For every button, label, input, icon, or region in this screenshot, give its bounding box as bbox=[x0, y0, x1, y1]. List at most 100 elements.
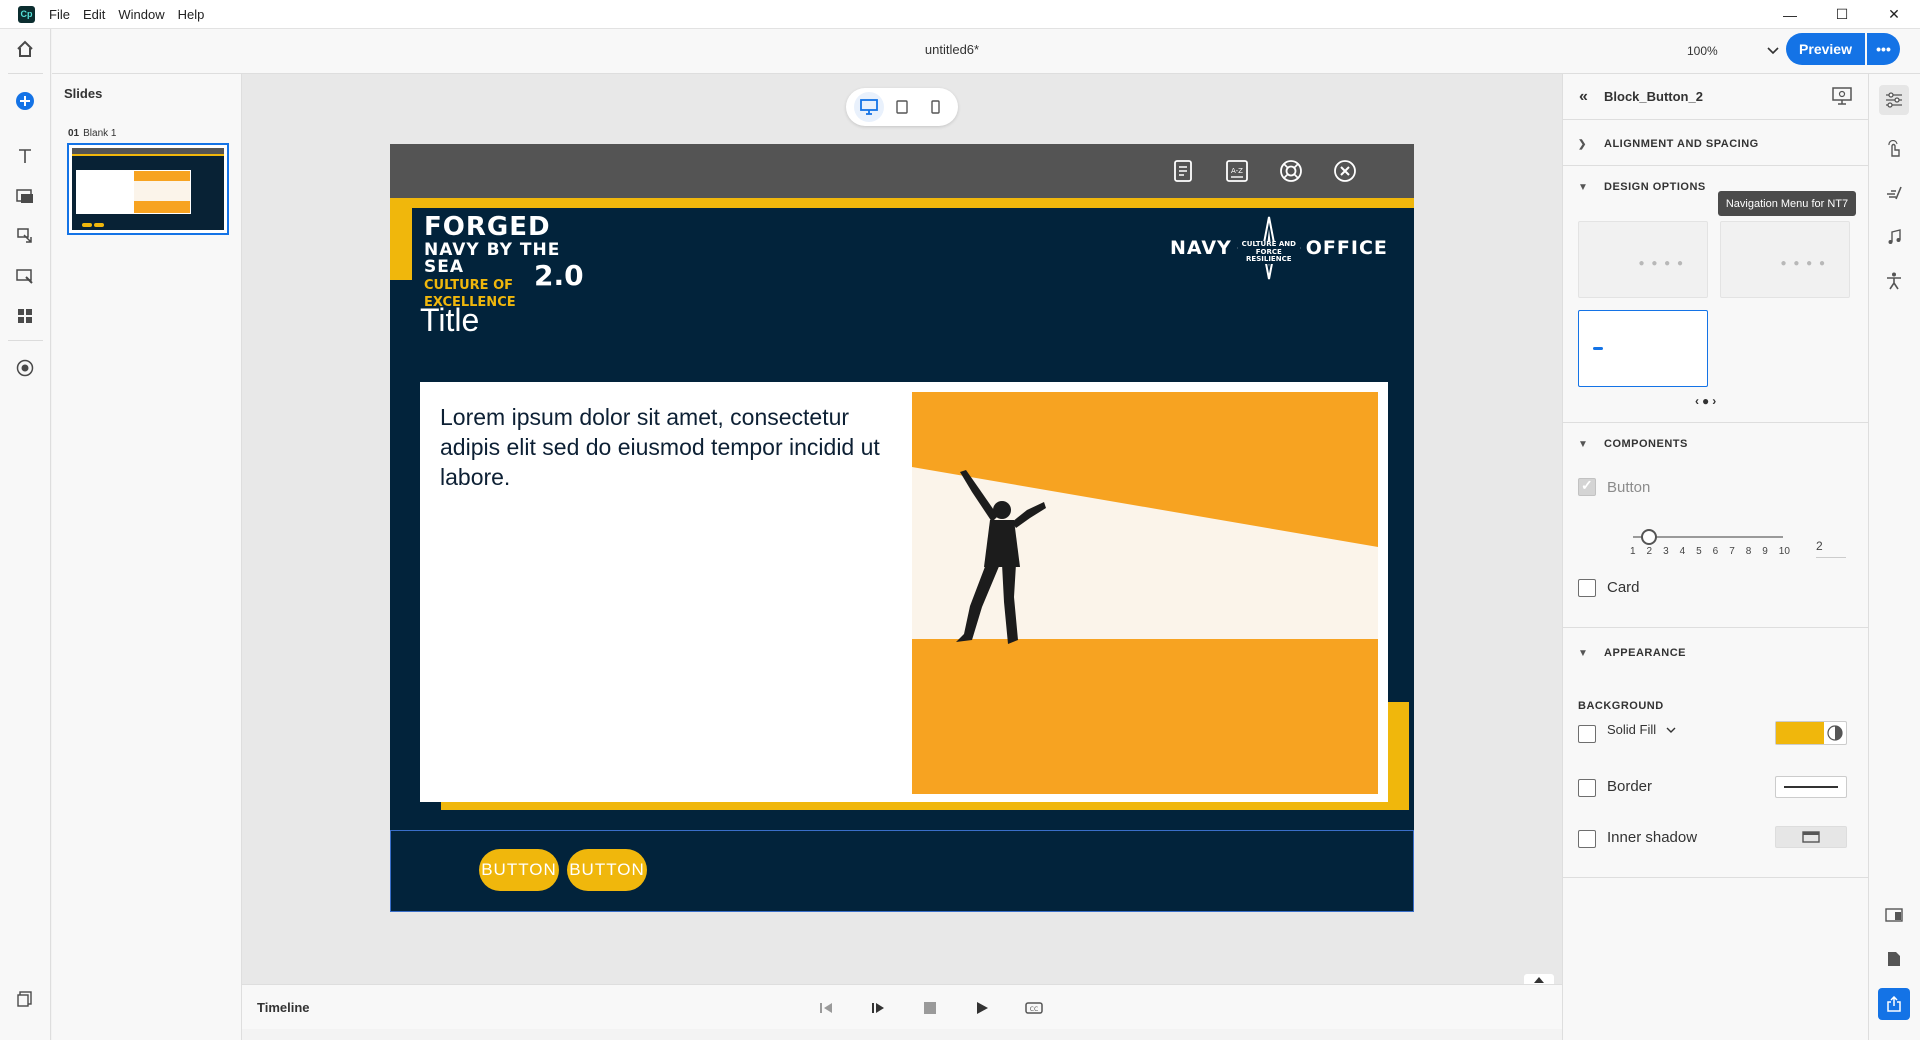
device-toggle bbox=[846, 88, 958, 126]
svg-text:A-Z: A-Z bbox=[1231, 167, 1243, 175]
components-section-header[interactable]: ▼ COMPONENTS bbox=[1578, 438, 1688, 450]
glossary-icon[interactable]: A-Z bbox=[1224, 158, 1250, 184]
slide-title[interactable]: Title bbox=[420, 302, 479, 339]
properties-header: « Block_Button_2 bbox=[1563, 74, 1869, 120]
slide-icon[interactable] bbox=[13, 264, 37, 288]
animation-icon[interactable] bbox=[1879, 178, 1909, 208]
maximize-button[interactable]: ☐ bbox=[1816, 0, 1868, 29]
alignment-section-header[interactable]: ❯ ALIGNMENT AND SPACING bbox=[1578, 138, 1759, 150]
audio-icon[interactable] bbox=[1879, 222, 1909, 252]
chevron-down-icon bbox=[1666, 727, 1676, 733]
component-name: Block_Button_2 bbox=[1604, 89, 1703, 104]
slide-toolbar: A-Z bbox=[390, 144, 1414, 198]
assets-icon[interactable] bbox=[13, 987, 37, 1011]
menu-help[interactable]: Help bbox=[178, 7, 205, 22]
body-text[interactable]: Lorem ipsum dolor sit amet, consectetur … bbox=[440, 402, 900, 492]
exit-icon[interactable] bbox=[1332, 158, 1358, 184]
card-checkbox-label: Card bbox=[1607, 579, 1640, 596]
design-options-pager[interactable]: ‹●› bbox=[1695, 394, 1719, 408]
layout-icon[interactable] bbox=[1879, 900, 1909, 930]
share-icon bbox=[1887, 996, 1901, 1012]
properties-icon[interactable] bbox=[1879, 85, 1909, 115]
menu-window[interactable]: Window bbox=[118, 7, 164, 22]
inner-shadow-swatch[interactable] bbox=[1775, 826, 1847, 848]
button-count-slider-thumb[interactable] bbox=[1641, 529, 1657, 545]
hero-image[interactable] bbox=[912, 392, 1378, 794]
interactions-icon[interactable] bbox=[13, 224, 37, 248]
record-icon[interactable] bbox=[13, 356, 37, 380]
appearance-section-header[interactable]: ▼ APPEARANCE bbox=[1578, 647, 1686, 659]
tablet-view-icon[interactable] bbox=[887, 92, 917, 122]
slide-thumbnail-preview bbox=[72, 148, 224, 230]
closed-captions-icon[interactable]: CC bbox=[1022, 996, 1046, 1020]
text-icon[interactable] bbox=[13, 144, 37, 168]
slide-number: 01 bbox=[68, 128, 80, 139]
chevron-down-icon bbox=[1767, 47, 1779, 55]
accessibility-icon[interactable] bbox=[1879, 266, 1909, 296]
slider-value-field[interactable]: 2 bbox=[1816, 539, 1846, 558]
play-icon[interactable] bbox=[970, 996, 994, 1020]
more-options-button[interactable]: ••• bbox=[1867, 33, 1900, 65]
button-block[interactable]: BUTTON BUTTON bbox=[390, 830, 1414, 912]
menubar: Cp File Edit Window Help — ☐ ✕ bbox=[0, 0, 1920, 29]
left-rail bbox=[0, 29, 51, 1040]
section-divider bbox=[1563, 422, 1869, 423]
design-option-tile-selected[interactable] bbox=[1578, 310, 1708, 387]
inner-shadow-label: Inner shadow bbox=[1607, 829, 1698, 846]
border-checkbox[interactable] bbox=[1578, 779, 1596, 797]
border-style-swatch[interactable] bbox=[1775, 776, 1847, 798]
forged-by-the-sea-logo: FORGED NAVY BY THE SEA CULTURE OF EXCELL… bbox=[424, 212, 584, 310]
slide-thumbnail[interactable] bbox=[67, 143, 229, 235]
share-button[interactable] bbox=[1878, 988, 1910, 1020]
inner-shadow-checkbox[interactable] bbox=[1578, 830, 1596, 848]
menu-edit[interactable]: Edit bbox=[83, 7, 105, 22]
play-next-icon[interactable] bbox=[866, 996, 890, 1020]
previous-icon[interactable] bbox=[814, 996, 838, 1020]
design-option-tile[interactable]: ● ● ● ● bbox=[1720, 221, 1850, 298]
card-checkbox[interactable] bbox=[1578, 579, 1596, 597]
section-divider bbox=[1563, 165, 1869, 166]
man-lifting-image bbox=[912, 392, 1378, 794]
content-card[interactable]: Lorem ipsum dolor sit amet, consectetur … bbox=[420, 382, 1388, 802]
add-icon[interactable] bbox=[13, 89, 37, 113]
solid-fill-checkbox[interactable] bbox=[1578, 725, 1596, 743]
border-label: Border bbox=[1607, 778, 1653, 795]
fill-color bbox=[1776, 722, 1824, 744]
document-icon[interactable] bbox=[1879, 944, 1909, 974]
device-settings-icon[interactable] bbox=[1831, 86, 1853, 106]
window-controls: — ☐ ✕ bbox=[1764, 0, 1920, 29]
slide-name: Blank 1 bbox=[83, 128, 117, 139]
slide-button-1[interactable]: BUTTON bbox=[479, 849, 559, 891]
timeline-label: Timeline bbox=[257, 1000, 310, 1015]
zoom-dropdown[interactable]: 100% bbox=[1687, 39, 1779, 63]
slide-button-2[interactable]: BUTTON bbox=[567, 849, 647, 891]
minimize-button[interactable]: — bbox=[1764, 0, 1816, 29]
navy-cfr-office-logo: NAVY CULTURE AND FORCE RESILIENCE OFFICE bbox=[1170, 216, 1388, 280]
components-icon[interactable] bbox=[13, 304, 37, 328]
fill-color-swatch[interactable] bbox=[1775, 721, 1847, 745]
right-rail bbox=[1868, 74, 1920, 1040]
collapse-panel-icon[interactable]: « bbox=[1579, 88, 1588, 106]
button-checkbox[interactable] bbox=[1578, 477, 1596, 496]
preview-button[interactable]: Preview bbox=[1786, 33, 1865, 65]
desktop-view-icon[interactable] bbox=[853, 92, 884, 122]
home-icon[interactable] bbox=[13, 37, 37, 61]
interaction-icon[interactable] bbox=[1879, 134, 1909, 164]
media-icon[interactable] bbox=[13, 184, 37, 208]
slides-panel-title: Slides bbox=[64, 86, 103, 101]
notes-icon[interactable] bbox=[1170, 158, 1196, 184]
top-toolbar: untitled6* 100% Preview ••• bbox=[52, 29, 1920, 74]
fill-type-dropdown[interactable]: Solid Fill bbox=[1607, 722, 1676, 737]
slide-label: 01 Blank 1 bbox=[68, 128, 116, 139]
help-icon[interactable] bbox=[1278, 158, 1304, 184]
design-options-section-header[interactable]: ▼ DESIGN OPTIONS bbox=[1578, 181, 1706, 193]
properties-panel: « Block_Button_2 ❯ ALIGNMENT AND SPACING… bbox=[1562, 74, 1869, 1040]
stop-icon[interactable] bbox=[918, 996, 942, 1020]
menu-file[interactable]: File bbox=[49, 7, 70, 22]
slides-panel: Slides 01 Blank 1 bbox=[52, 74, 242, 1040]
close-button[interactable]: ✕ bbox=[1868, 0, 1920, 29]
design-option-tile[interactable]: ● ● ● ● bbox=[1578, 221, 1708, 298]
chevron-right-icon: ❯ bbox=[1578, 138, 1587, 150]
mobile-view-icon[interactable] bbox=[920, 92, 950, 122]
chevron-down-icon: ▼ bbox=[1578, 438, 1589, 450]
